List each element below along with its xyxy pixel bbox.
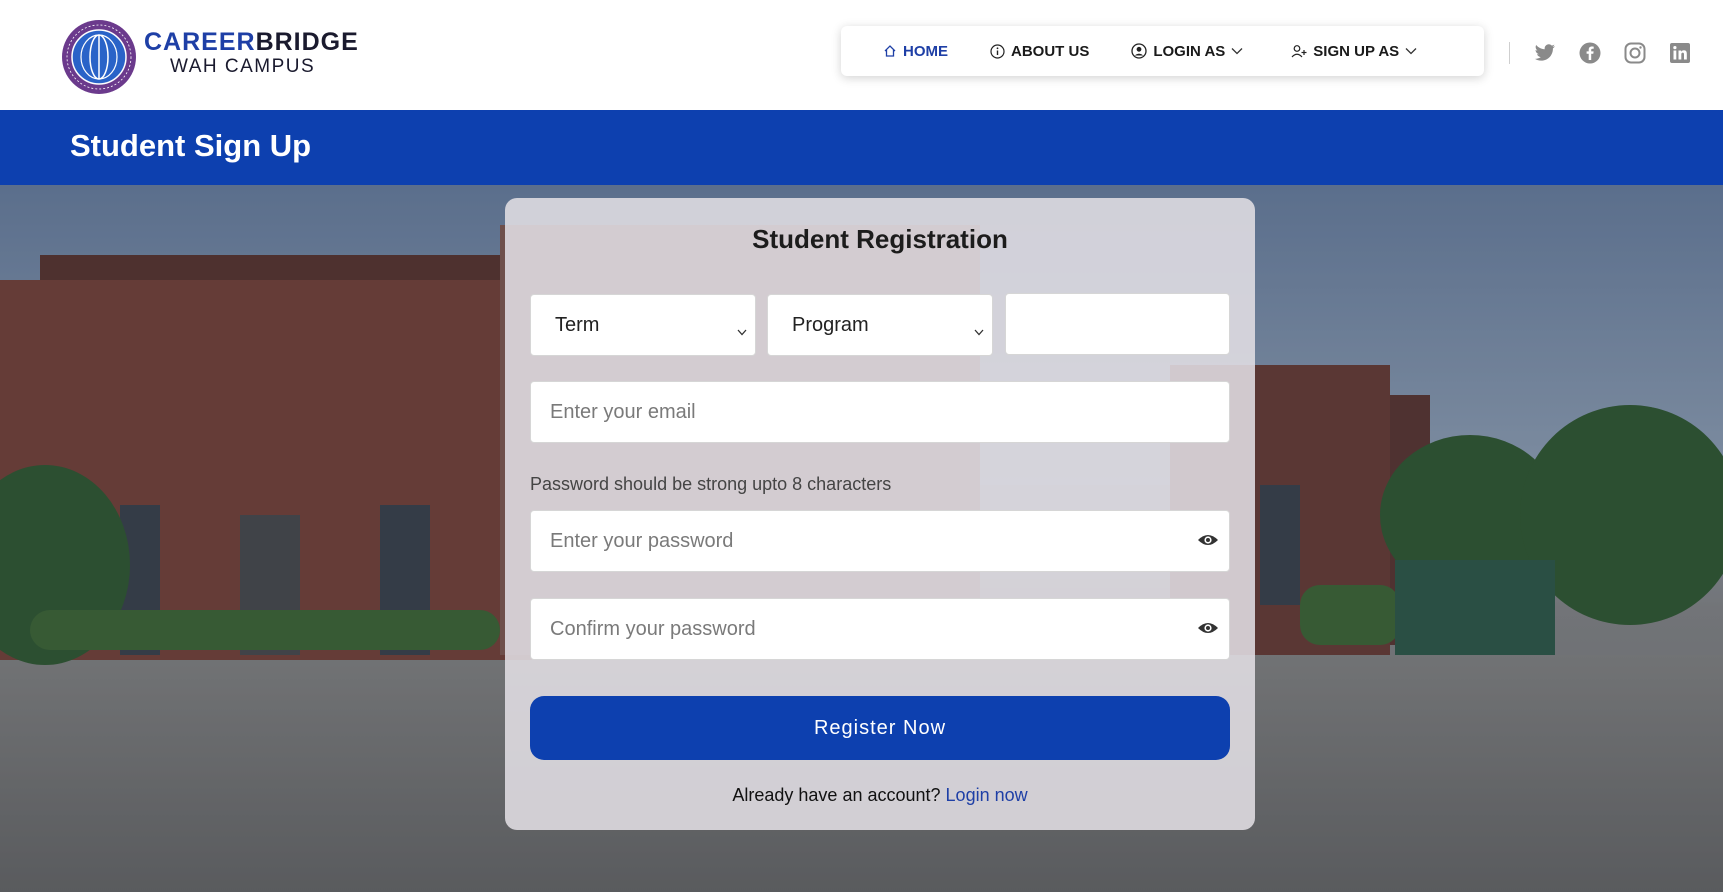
email-field[interactable] bbox=[530, 381, 1230, 443]
info-icon bbox=[990, 43, 1005, 59]
site-header: CAREERBRIDGE WAH CAMPUS HOME ABOUT US LO… bbox=[0, 0, 1723, 110]
eye-icon[interactable] bbox=[1197, 620, 1219, 641]
facebook-icon[interactable] bbox=[1577, 40, 1603, 66]
password-hint: Password should be strong upto 8 charact… bbox=[530, 474, 892, 494]
term-select[interactable]: Term bbox=[530, 294, 756, 356]
nav-home[interactable]: HOME bbox=[883, 43, 948, 60]
nav-about[interactable]: ABOUT US bbox=[990, 43, 1089, 60]
chevron-down-icon bbox=[1405, 47, 1417, 55]
brand-name-part2: BRIDGE bbox=[255, 28, 359, 56]
eye-icon[interactable] bbox=[1197, 532, 1219, 553]
home-icon bbox=[883, 44, 897, 58]
page-title: Student Sign Up bbox=[70, 128, 312, 163]
login-prompt: Already have an account? Login now bbox=[505, 785, 1255, 806]
nav-login-as[interactable]: LOGIN AS bbox=[1131, 43, 1243, 60]
page-banner: Student Sign Up bbox=[0, 110, 1723, 185]
brand-name[interactable]: CAREERBRIDGE WAH CAMPUS bbox=[144, 28, 359, 78]
registration-card: Student Registration Term Program Passwo… bbox=[505, 198, 1255, 830]
term-select-value: Term bbox=[555, 313, 600, 336]
roll-number-input[interactable] bbox=[1006, 294, 1229, 354]
login-link[interactable]: Login now bbox=[946, 785, 1028, 805]
confirm-password-input[interactable] bbox=[531, 599, 1229, 659]
nav-login-as-label: LOGIN AS bbox=[1153, 42, 1226, 60]
nav-signup-as[interactable]: SIGN UP AS bbox=[1291, 43, 1417, 60]
user-plus-icon bbox=[1291, 44, 1307, 58]
nav-about-label: ABOUT US bbox=[1011, 42, 1090, 60]
main-nav: HOME ABOUT US LOGIN AS SIGN UP AS bbox=[841, 26, 1484, 76]
roll-number-field[interactable] bbox=[1005, 293, 1230, 355]
campus-name: WAH CAMPUS bbox=[170, 56, 316, 77]
instagram-icon[interactable] bbox=[1622, 40, 1648, 66]
brand-name-part1: CAREER bbox=[144, 28, 256, 56]
twitter-icon[interactable] bbox=[1532, 40, 1558, 66]
register-button[interactable]: Register Now bbox=[530, 696, 1230, 760]
password-field[interactable] bbox=[530, 510, 1230, 572]
chevron-down-icon bbox=[1231, 47, 1243, 55]
nav-home-label: HOME bbox=[903, 42, 948, 60]
header-divider bbox=[1509, 42, 1510, 64]
linkedin-icon[interactable] bbox=[1667, 40, 1693, 66]
email-input[interactable] bbox=[531, 382, 1229, 442]
program-select-value: Program bbox=[792, 313, 869, 336]
login-prompt-text: Already have an account? bbox=[732, 785, 941, 805]
program-select[interactable]: Program bbox=[767, 294, 993, 356]
password-input[interactable] bbox=[531, 511, 1229, 571]
chevron-down-icon bbox=[737, 319, 747, 342]
university-logo[interactable] bbox=[62, 20, 136, 94]
chevron-down-icon bbox=[974, 319, 984, 342]
user-circle-icon bbox=[1131, 43, 1147, 59]
nav-signup-as-label: SIGN UP AS bbox=[1313, 42, 1400, 60]
form-title: Student Registration bbox=[752, 224, 1008, 254]
confirm-password-field[interactable] bbox=[530, 598, 1230, 660]
